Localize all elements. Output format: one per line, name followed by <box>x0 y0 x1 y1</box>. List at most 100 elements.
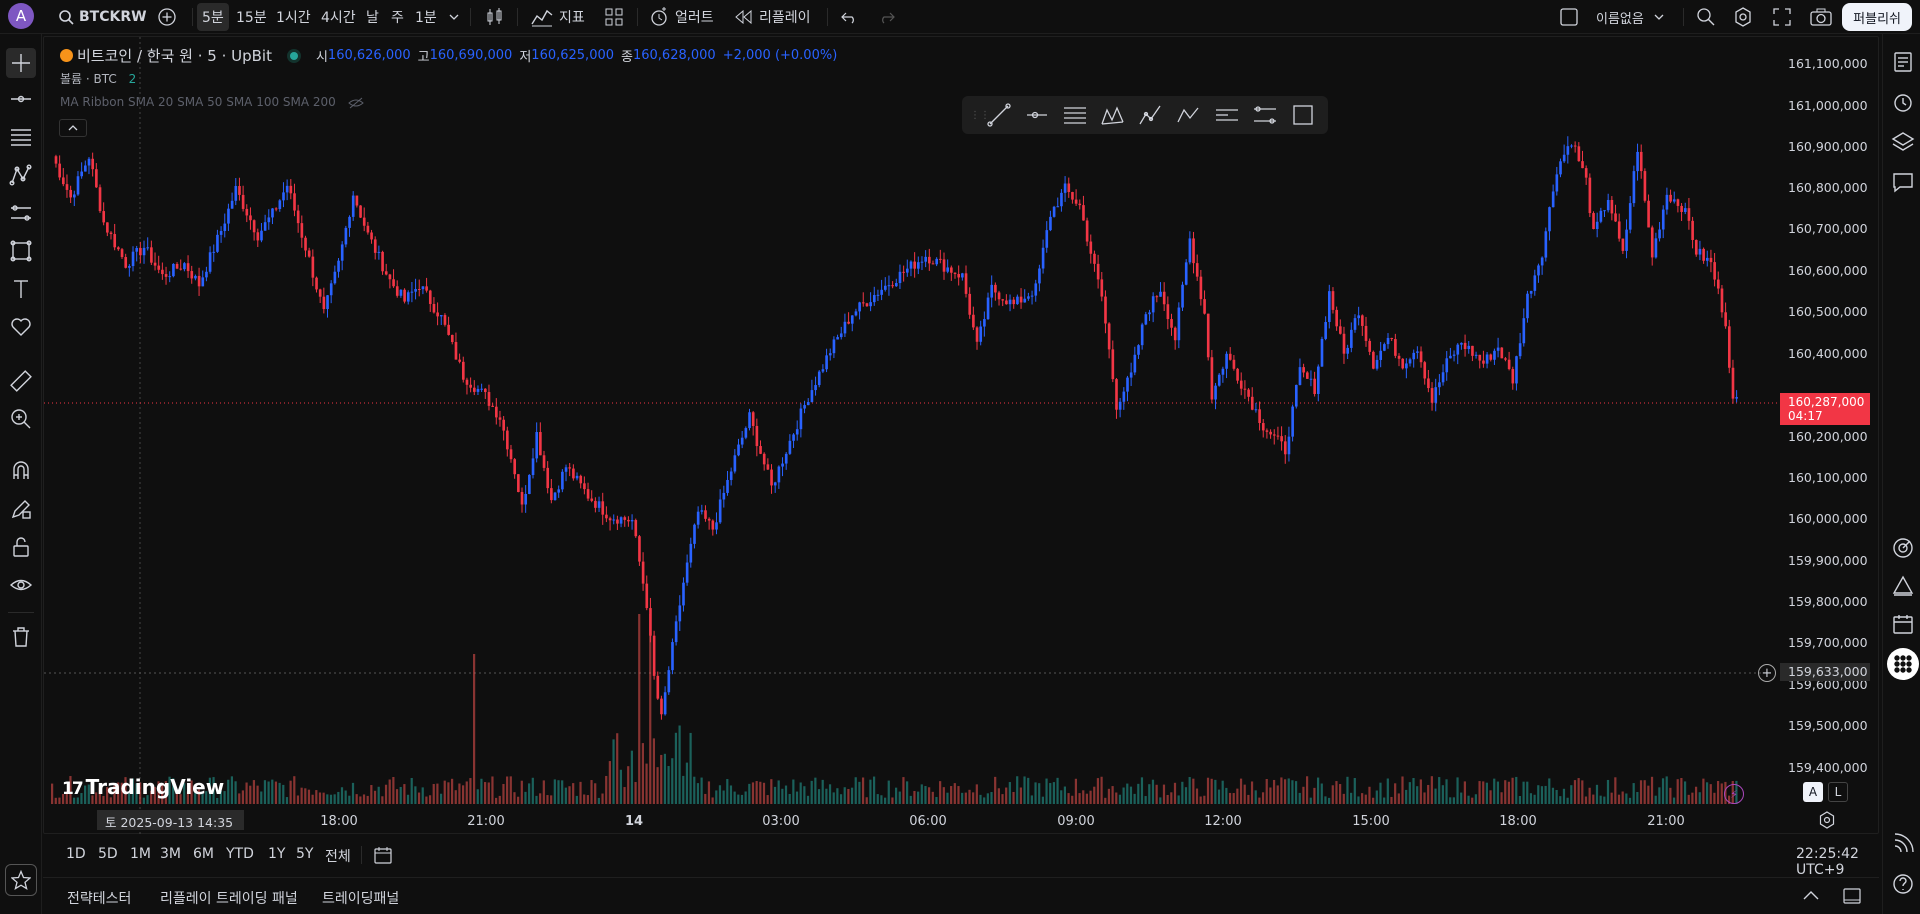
alert-button[interactable]: 얼러트 <box>649 0 714 34</box>
user-avatar[interactable]: A <box>8 3 34 29</box>
tradingview-watermark[interactable]: 17 TradingView <box>62 775 224 799</box>
range-1m[interactable]: 1M <box>130 846 151 862</box>
replay-button[interactable]: 리플레이 <box>735 0 811 34</box>
candle-body <box>1599 210 1603 222</box>
measure-tool[interactable] <box>6 366 36 396</box>
axis-settings-icon[interactable] <box>1818 811 1836 829</box>
publish-button[interactable]: 퍼블리쉬 <box>1842 3 1912 31</box>
fullscreen-button[interactable] <box>1771 0 1793 34</box>
chart-type-button[interactable] <box>483 0 507 34</box>
interval-1m[interactable]: 1분 <box>415 0 437 34</box>
range-3m[interactable]: 3M <box>160 846 181 862</box>
tab-trading-panel[interactable]: 트레이딩패널 <box>322 888 399 908</box>
interval-15m[interactable]: 15분 <box>236 0 267 34</box>
data-feed-button[interactable] <box>1889 830 1917 858</box>
range-5d[interactable]: 5D <box>98 846 118 862</box>
price-axis-label: 160,400,000 <box>1788 346 1868 361</box>
interval-day[interactable]: 날 <box>366 0 379 34</box>
drag-handle[interactable]: ⋮⋮ <box>970 110 990 121</box>
help-button[interactable] <box>1889 870 1917 898</box>
collapse-legend-button[interactable] <box>59 119 87 137</box>
zoom-tool[interactable] <box>6 404 36 434</box>
forecast-tool[interactable] <box>6 198 36 228</box>
remove-drawings-tool[interactable] <box>6 622 36 652</box>
redo-button[interactable] <box>876 0 898 34</box>
go-to-date-icon[interactable] <box>373 846 393 864</box>
candle-body <box>898 271 902 284</box>
ideas-button[interactable] <box>1889 572 1917 600</box>
fib-tool[interactable] <box>6 122 36 152</box>
chevron-up-icon[interactable] <box>1803 890 1819 900</box>
market-status-dot[interactable] <box>289 51 298 60</box>
layout-button[interactable] <box>1558 0 1580 34</box>
price-range-tool[interactable] <box>1246 99 1284 131</box>
symbol-search[interactable]: BTCKRW <box>58 0 147 34</box>
volume-legend[interactable]: 볼륨 · BTC 2 <box>60 70 136 87</box>
chat-button[interactable] <box>1889 168 1917 196</box>
watchlist-button[interactable] <box>1889 48 1917 76</box>
range-6m[interactable]: 6M <box>193 846 214 862</box>
undo-button[interactable] <box>838 0 860 34</box>
interval-week[interactable]: 주 <box>391 0 404 34</box>
settings-button[interactable] <box>1731 0 1755 34</box>
maximize-panel-icon[interactable] <box>1843 888 1861 904</box>
interval-dropdown[interactable] <box>447 0 461 34</box>
range-5y[interactable]: 5Y <box>296 846 313 862</box>
add-alert-at-price-icon[interactable]: + <box>1758 664 1776 682</box>
volume-bar <box>1401 776 1404 804</box>
favorites-button[interactable] <box>5 864 37 896</box>
text-tool[interactable] <box>6 274 36 304</box>
long-position-tool[interactable] <box>1208 99 1246 131</box>
bolt-icon[interactable]: ⚡ <box>1724 784 1744 804</box>
screenshot-button[interactable] <box>1809 0 1833 34</box>
elliott-wave-tool[interactable] <box>1132 99 1170 131</box>
interval-5m[interactable]: 5분 <box>197 3 229 31</box>
tab-replay-trading-panel[interactable]: 리플레이 트레이딩 패널 <box>160 888 298 908</box>
range-ytd[interactable]: YTD <box>226 846 254 862</box>
rectangle-float-tool[interactable] <box>1284 99 1322 131</box>
stay-drawing-tool[interactable] <box>6 494 36 524</box>
horizontal-ray-float-tool[interactable] <box>1018 99 1056 131</box>
volume-bar <box>1661 778 1665 804</box>
shape-tool[interactable] <box>6 236 36 266</box>
timezone-clock[interactable]: 22:25:42 UTC+9 <box>1796 846 1879 878</box>
magnet-tool[interactable] <box>6 456 36 486</box>
alerts-panel-button[interactable] <box>1889 88 1917 116</box>
chart-pane[interactable] <box>43 36 1880 835</box>
interval-4h[interactable]: 4시간 <box>321 0 356 34</box>
legend-title[interactable]: 비트코인 / 한국 원 · 5 · UpBit <box>77 45 272 66</box>
price-chart[interactable] <box>44 37 1880 835</box>
hide-drawings-tool[interactable] <box>6 570 36 600</box>
horizontal-ray-tool[interactable] <box>6 84 36 114</box>
calendar-button[interactable] <box>1889 610 1917 638</box>
products-button[interactable] <box>1887 648 1919 680</box>
symbol-logo[interactable] <box>60 49 73 62</box>
abc-wave-tool[interactable] <box>1170 99 1208 131</box>
fib-lines-icon <box>11 129 31 146</box>
eye-hidden-icon[interactable] <box>347 97 364 109</box>
xabcd-pattern-tool[interactable] <box>1094 99 1132 131</box>
interval-1h[interactable]: 1시간 <box>276 0 311 34</box>
volume-bar <box>1258 797 1261 804</box>
auto-scale-button[interactable]: A <box>1803 782 1823 802</box>
object-tree-button[interactable] <box>1889 128 1917 156</box>
hotlist-button[interactable] <box>1889 534 1917 562</box>
tab-strategy-tester[interactable]: 전략테스터 <box>67 888 131 908</box>
range-1d[interactable]: 1D <box>66 846 86 862</box>
trend-line-tool[interactable] <box>980 99 1018 131</box>
range-1y[interactable]: 1Y <box>268 846 285 862</box>
quick-search-button[interactable] <box>1694 0 1718 34</box>
indicators-button[interactable]: 지표 <box>531 0 585 34</box>
icon-tool[interactable] <box>6 312 36 342</box>
ma-ribbon-legend[interactable]: MA Ribbon SMA 20 SMA 50 SMA 100 SMA 200 <box>60 95 364 109</box>
range-all[interactable]: 전체 <box>325 846 351 866</box>
volume-bar <box>579 781 582 804</box>
pattern-tool[interactable] <box>6 160 36 190</box>
lock-drawings-tool[interactable] <box>6 532 36 562</box>
compare-symbol-button[interactable] <box>156 0 178 34</box>
layout-name-dropdown[interactable]: 이름없음 <box>1596 0 1664 34</box>
log-scale-button[interactable]: L <box>1828 782 1848 802</box>
templates-button[interactable] <box>602 0 626 34</box>
fib-retracement-tool[interactable] <box>1056 99 1094 131</box>
crosshair-tool[interactable] <box>6 48 36 78</box>
